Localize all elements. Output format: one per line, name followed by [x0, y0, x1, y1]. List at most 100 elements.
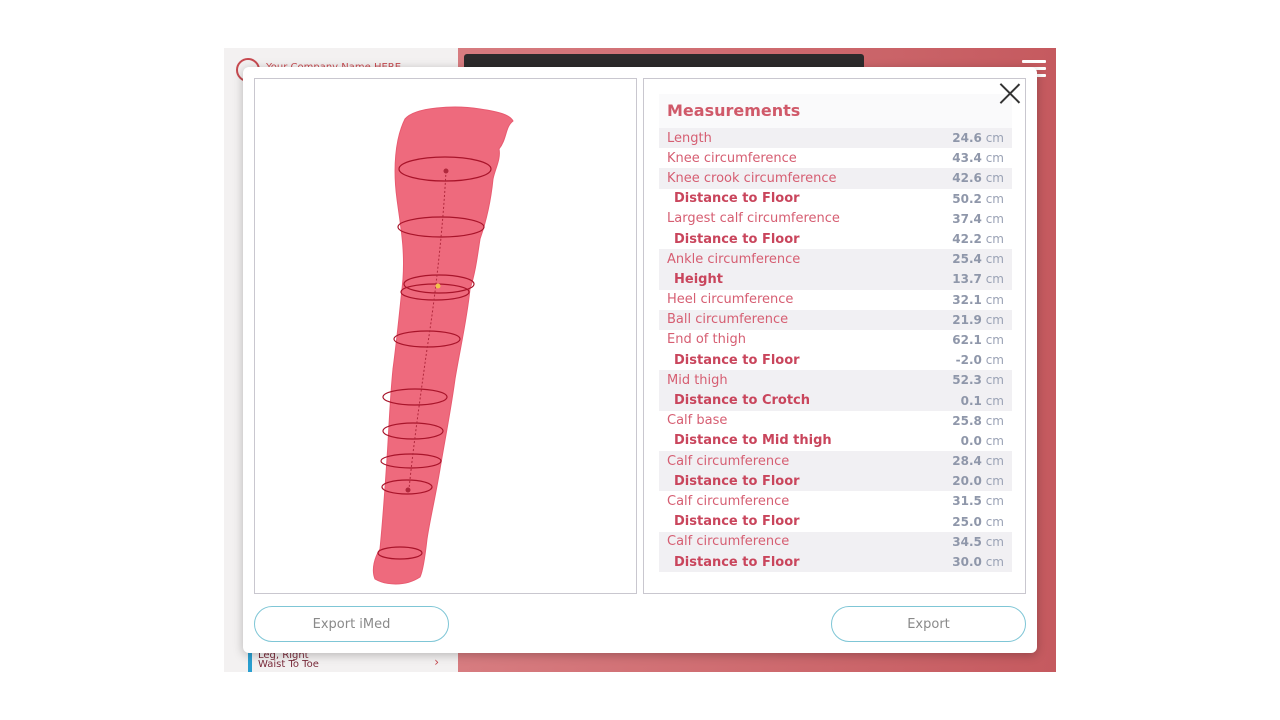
measurement-unit: cm	[985, 555, 1004, 570]
measurement-value: 34.5 cm	[952, 535, 1004, 549]
measurement-row: Calf circumference 28.4 cm	[659, 451, 1012, 472]
measurement-subrow: Distance to Floor -2.0 cm	[659, 350, 1012, 370]
measurement-unit: cm	[985, 534, 1004, 549]
measurement-label: Knee circumference	[667, 150, 797, 166]
measurement-subrow: Distance to Mid thigh 0.0 cm	[659, 431, 1012, 451]
measurement-value: 24.6 cm	[952, 131, 1004, 145]
list-item-subtitle: Waist To Toe	[258, 659, 319, 670]
list-item-leg-right[interactable]: Leg, Right Waist To Toe ›	[248, 651, 443, 672]
measurement-value: 25.8 cm	[952, 414, 1004, 428]
measurement-row: Heel circumference 32.1 cm	[659, 290, 1012, 310]
measurement-label: Heel circumference	[667, 292, 794, 308]
measurement-row: Largest calf circumference 37.4 cm	[659, 209, 1012, 229]
measurement-unit: cm	[985, 292, 1004, 307]
measurement-unit: cm	[985, 332, 1004, 347]
measurement-label: Length	[667, 130, 712, 146]
measurement-label: End of thigh	[667, 332, 746, 348]
measurement-label: Distance to Floor	[674, 231, 800, 247]
measurement-value: 42.2 cm	[952, 232, 1004, 246]
measurement-unit: cm	[985, 494, 1004, 509]
measurement-row: Knee circumference 43.4 cm	[659, 148, 1012, 168]
measurement-unit: cm	[985, 353, 1004, 368]
measurement-value: 0.0 cm	[961, 434, 1004, 448]
measurement-row: Calf circumference 31.5 cm	[659, 491, 1012, 511]
measurement-row: End of thigh 62.1 cm	[659, 330, 1012, 350]
measurements-list[interactable]: Length 24.6 cm Knee circumference 43.4 cm Kn…	[659, 128, 1012, 573]
leg-scan-model[interactable]	[255, 79, 636, 593]
measurements-list-container[interactable]: Measurements Length 24.6 cm Knee circumfer…	[659, 94, 1012, 580]
measurement-label: Distance to Mid thigh	[674, 433, 832, 449]
measurement-value: 37.4 cm	[952, 212, 1004, 226]
measurement-label: Distance to Floor	[674, 554, 800, 570]
measurement-label: Ball circumference	[667, 312, 789, 328]
measurement-value: 21.9 cm	[952, 313, 1004, 327]
measurement-unit: cm	[985, 474, 1004, 489]
measurement-unit: cm	[985, 393, 1004, 408]
measurement-unit: cm	[985, 131, 1004, 146]
leg-3d-viewport[interactable]	[254, 78, 637, 594]
measurement-label: Calf base	[667, 413, 728, 429]
close-icon[interactable]	[998, 82, 1022, 106]
measurement-number: 42.6	[952, 171, 982, 186]
axis-point-bottom	[405, 487, 411, 493]
measurement-number: 0.1	[960, 393, 982, 408]
measurement-number: 0.0	[960, 433, 982, 448]
axis-point-knee	[435, 283, 441, 289]
measurement-value: 50.2 cm	[952, 192, 1004, 206]
measurement-value: 62.1 cm	[952, 333, 1004, 347]
measurement-unit: cm	[985, 413, 1004, 428]
measurement-row: Mid thigh 52.3 cm	[659, 370, 1012, 391]
measurement-unit: cm	[985, 514, 1004, 529]
measurement-subrow: Distance to Floor 25.0 cm	[659, 512, 1012, 532]
measurement-number: 24.6	[952, 131, 982, 146]
measurement-unit: cm	[985, 151, 1004, 166]
measurement-label: Distance to Floor	[674, 352, 800, 368]
measurement-value: 0.1 cm	[961, 394, 1004, 408]
measurement-label: Distance to Floor	[674, 514, 800, 530]
export-imed-button[interactable]: Export iMed	[254, 606, 449, 642]
measurement-row: Knee crook circumference 42.6 cm	[659, 168, 1012, 189]
measurement-label: Distance to Floor	[674, 473, 800, 489]
measurements-title: Measurements	[659, 94, 1012, 128]
measurement-unit: cm	[985, 211, 1004, 226]
measurement-unit: cm	[985, 433, 1004, 448]
measurement-row: Ball circumference 21.9 cm	[659, 309, 1012, 330]
measurement-subrow: Distance to Floor 42.2 cm	[659, 229, 1012, 249]
axis-point-top	[443, 168, 449, 174]
measurement-value: 30.0 cm	[952, 555, 1004, 569]
measurement-value: 25.0 cm	[952, 515, 1004, 529]
measurement-number: 50.2	[952, 191, 982, 206]
measurement-row: Calf base 25.8 cm	[659, 411, 1012, 431]
measurement-number: -2.0	[955, 353, 982, 368]
measurement-row: Calf circumference 34.5 cm	[659, 531, 1012, 552]
measurement-value: 25.4 cm	[952, 252, 1004, 266]
measurement-number: 20.0	[952, 474, 982, 489]
measurement-label: Calf circumference	[667, 534, 790, 550]
measurement-number: 25.8	[952, 413, 982, 428]
export-button[interactable]: Export	[831, 606, 1026, 642]
chevron-right-icon: ›	[434, 655, 439, 669]
measurement-unit: cm	[985, 191, 1004, 206]
measurement-number: 43.4	[952, 151, 982, 166]
measurement-number: 13.7	[952, 272, 982, 287]
measurement-value: 20.0 cm	[952, 474, 1004, 488]
measurement-label: Distance to Crotch	[674, 393, 811, 409]
measurement-value: 52.3 cm	[952, 373, 1004, 387]
measurement-label: Distance to Floor	[674, 191, 800, 207]
measurement-unit: cm	[985, 252, 1004, 267]
measurement-subrow: Distance to Crotch 0.1 cm	[659, 390, 1012, 411]
measurement-label: Height	[674, 271, 723, 287]
measurement-number: 37.4	[952, 211, 982, 226]
measurement-unit: cm	[985, 272, 1004, 287]
measurement-row: Length 24.6 cm	[659, 128, 1012, 149]
measurement-value: 43.4 cm	[952, 151, 1004, 165]
measurement-unit: cm	[985, 373, 1004, 388]
measurement-label: Knee crook circumference	[667, 170, 837, 186]
measurement-label: Calf circumference	[667, 493, 790, 509]
measurement-unit: cm	[985, 232, 1004, 247]
measurement-label: Largest calf circumference	[667, 211, 840, 227]
measurement-number: 31.5	[952, 494, 982, 509]
measurement-subrow: Distance to Floor 50.2 cm	[659, 189, 1012, 209]
measurement-subrow: Distance to Floor 30.0 cm	[659, 551, 1012, 573]
measurement-unit: cm	[985, 454, 1004, 469]
